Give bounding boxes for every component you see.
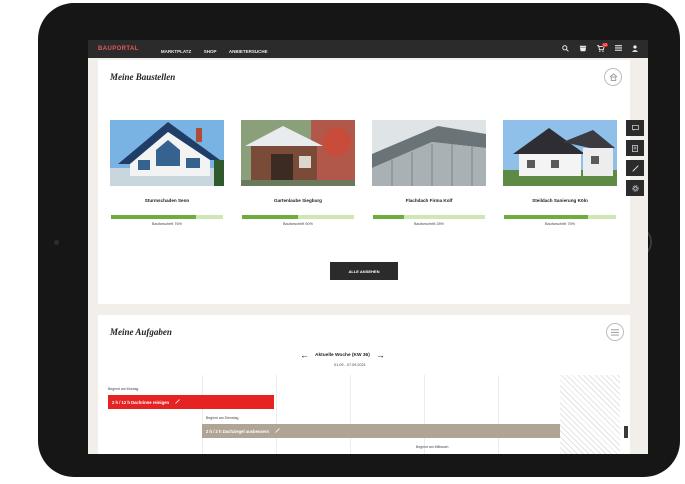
week-label: Aktuelle Woche (KW 36) <box>315 353 370 358</box>
camera-dot <box>54 240 59 245</box>
aufgaben-card: Meine Aufgaben ← Aktuelle Woche (KW 36) … <box>98 315 630 454</box>
grid-column <box>276 375 277 454</box>
progress-bar <box>242 215 354 219</box>
project-thumbnail <box>372 120 486 186</box>
progress-fill <box>242 215 298 219</box>
grid-column <box>498 375 499 454</box>
progress-caption: Bauforschritt 50% <box>283 222 313 226</box>
week-dates: 01.09 - 07.09.2021 <box>334 363 366 367</box>
progress-bar <box>504 215 616 219</box>
progress-bar <box>373 215 485 219</box>
project-thumbnail <box>241 120 355 186</box>
project-card[interactable]: Sturmschaden Senn Bauforschritt 76% <box>110 120 224 226</box>
nav-shop[interactable]: SHOP <box>204 49 217 54</box>
task-start-label: Beginnt am Montag <box>108 387 139 391</box>
nav-anbietersuche[interactable]: ANBIETERSUCHE <box>229 49 268 54</box>
main-nav: MARKTPLATZ SHOP ANBIETERSUCHE <box>161 40 276 58</box>
progress-fill <box>373 215 405 219</box>
baustellen-title: Meine Baustellen <box>110 72 176 82</box>
side-tab-bar <box>626 120 644 200</box>
home-icon[interactable] <box>604 68 622 86</box>
project-thumbnail <box>503 120 617 186</box>
weekend-hatch <box>560 375 620 454</box>
documents-icon[interactable] <box>626 140 644 156</box>
scrollbar-thumb[interactable] <box>624 426 628 438</box>
progress-caption: Bauforschritt 28% <box>414 222 444 226</box>
show-all-button[interactable]: ALLE ANSEHEN <box>330 262 398 280</box>
brand-logo[interactable]: BAUPORTAL <box>98 46 139 52</box>
progress-fill <box>111 215 197 219</box>
pencil-icon[interactable] <box>275 428 280 434</box>
progress-caption: Bauforschritt 76% <box>152 222 182 226</box>
task-bar[interactable]: 2 h / 12 h Dachrinne reinigen <box>108 395 274 409</box>
aufgaben-title: Meine Aufgaben <box>110 327 172 337</box>
menu-icon[interactable] <box>615 45 622 53</box>
chat-icon[interactable] <box>626 120 644 136</box>
search-icon[interactable] <box>562 44 569 54</box>
baustellen-card: Meine Baustellen Sturmschaden Senn Baufo… <box>98 60 630 304</box>
top-icons: 12 <box>562 42 638 54</box>
shop-icon[interactable] <box>579 45 587 54</box>
pencil-icon[interactable] <box>175 399 180 405</box>
project-name: Steildach Sanierung Köln <box>532 198 588 203</box>
progress-caption: Bauforschritt 75% <box>545 222 575 226</box>
screen: BAUPORTAL MARKTPLATZ SHOP ANBIETERSUCHE … <box>88 40 648 454</box>
project-name: Flachdach Firma Kolf <box>405 198 453 203</box>
project-card[interactable]: Steildach Sanierung Köln Bauforschritt 7… <box>503 120 617 226</box>
project-thumbnail <box>110 120 224 186</box>
task-start-label: Beginnt am Dienstag <box>206 416 239 420</box>
arrow-right-icon[interactable]: → <box>376 351 385 360</box>
project-card[interactable]: Flachdach Firma Kolf Bauforschritt 28% <box>372 120 486 226</box>
project-card[interactable]: Gartenlaube Siegburg Bauforschritt 50% <box>241 120 355 226</box>
task-bar[interactable]: 2 h / 2 h Dachziegel ausbessern <box>202 424 560 438</box>
grid-column <box>202 375 203 454</box>
user-icon[interactable] <box>632 44 638 54</box>
edit-icon[interactable] <box>626 160 644 176</box>
calendar-grid <box>98 375 630 454</box>
project-name: Gartenlaube Siegburg <box>274 198 322 203</box>
list-icon[interactable] <box>606 323 624 341</box>
settings-icon[interactable] <box>626 180 644 196</box>
cart-icon[interactable]: 12 <box>597 42 608 54</box>
progress-bar <box>111 215 223 219</box>
task-text: 2 h / 12 h Dachrinne reinigen <box>112 399 170 405</box>
grid-column <box>350 375 351 454</box>
cart-count-badge: 12 <box>602 42 608 47</box>
arrow-left-icon[interactable]: ← <box>300 351 309 360</box>
nav-marktplatz[interactable]: MARKTPLATZ <box>161 49 191 54</box>
project-name: Sturmschaden Senn <box>144 198 190 203</box>
progress-fill <box>504 215 588 219</box>
week-selector: ← Aktuelle Woche (KW 36) → <box>300 351 385 360</box>
top-nav-bar: BAUPORTAL MARKTPLATZ SHOP ANBIETERSUCHE … <box>88 40 648 58</box>
task-start-label: Beginnt am Mittwoch <box>416 445 449 449</box>
task-text: 2 h / 2 h Dachziegel ausbessern <box>206 428 270 434</box>
grid-column <box>424 375 425 454</box>
